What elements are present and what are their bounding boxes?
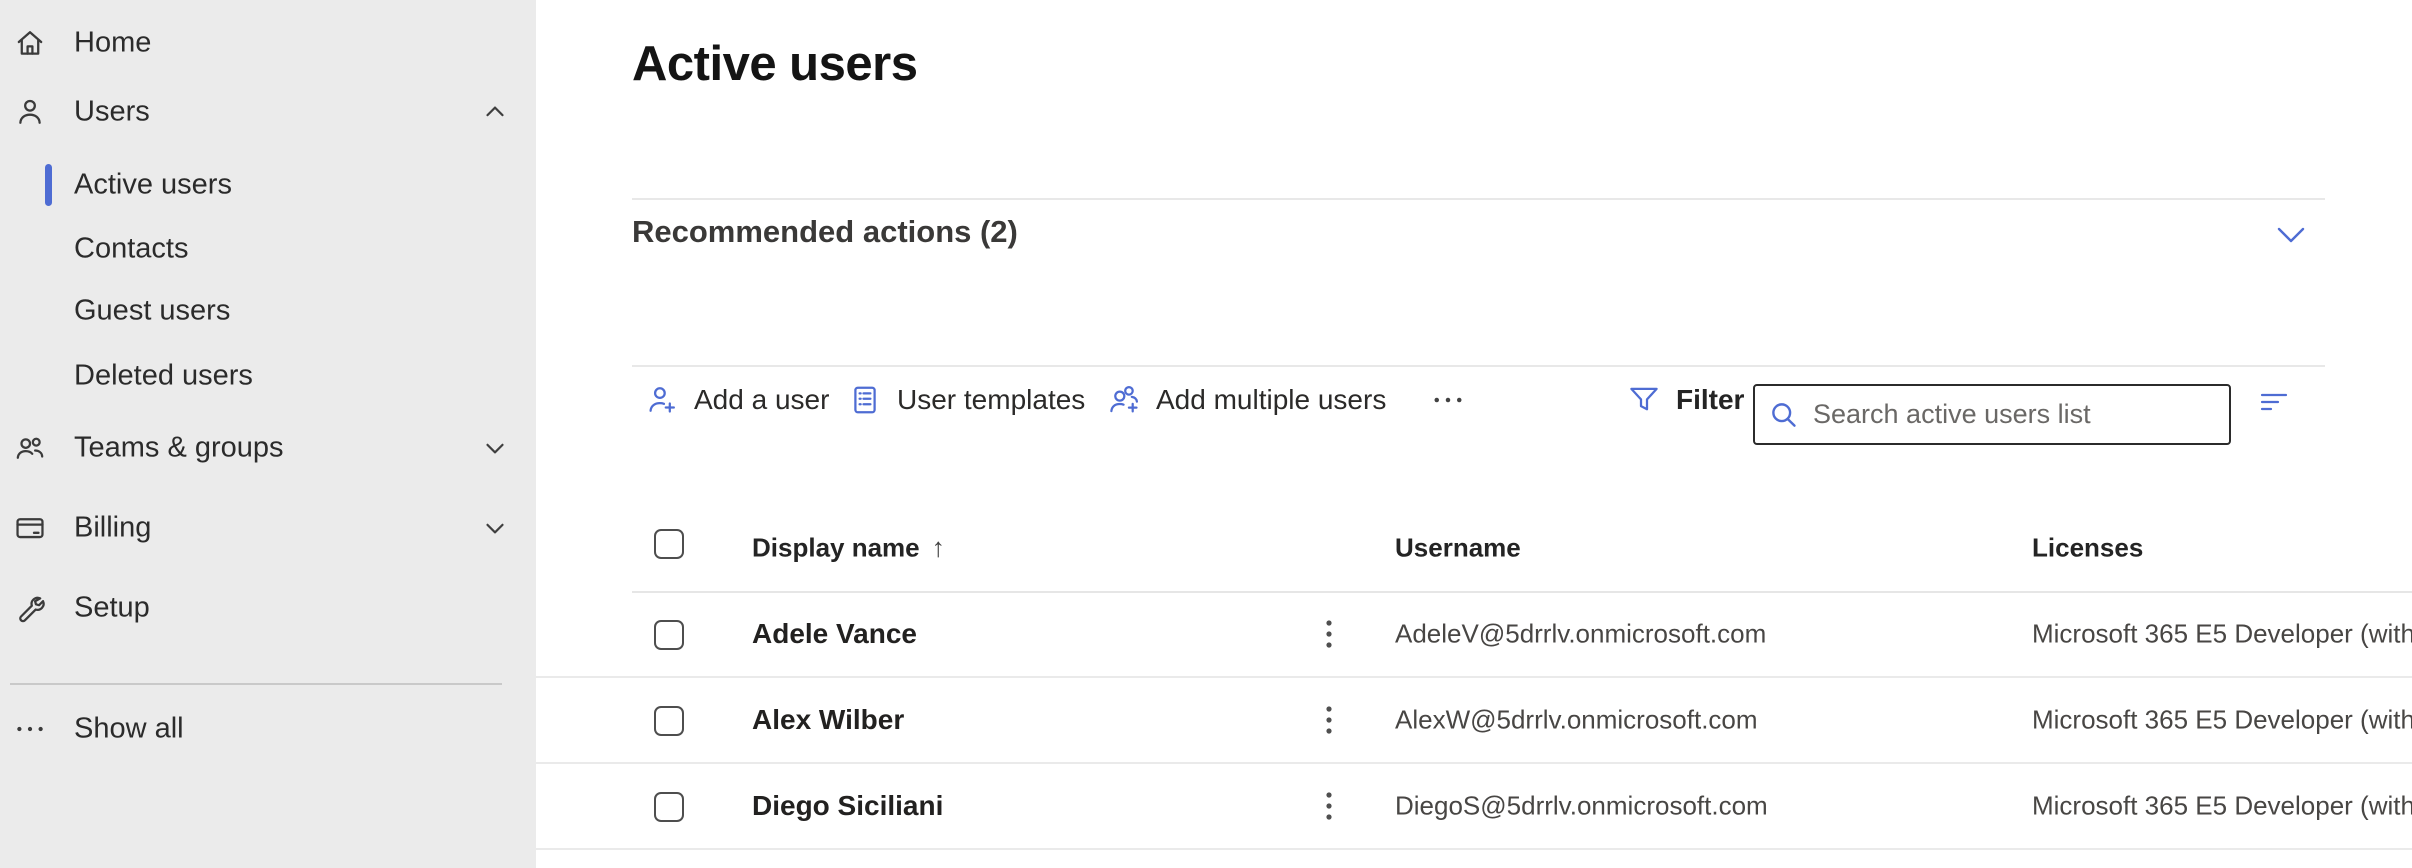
sidebar-item-home[interactable]: Home: [0, 15, 536, 71]
sidebar-item-contacts[interactable]: Contacts: [0, 221, 536, 277]
toolbar-button-label: Add a user: [694, 384, 829, 416]
column-header-display-name[interactable]: Display name↑: [752, 533, 945, 564]
row-checkbox[interactable]: [654, 792, 684, 822]
username-cell: DiegoS@5drrlv.onmicrosoft.com: [1395, 791, 1768, 822]
ellipsis-icon: [13, 712, 47, 746]
sidebar-item-label: Guest users: [74, 295, 230, 328]
sidebar-item-active-users[interactable]: Active users: [0, 157, 536, 213]
more-ellipsis-icon: [1430, 382, 1466, 418]
sidebar-item-users[interactable]: Users: [0, 84, 536, 140]
add-person-icon: [644, 382, 680, 418]
user-template-icon: [847, 382, 883, 418]
licenses-cell: Microsoft 365 E5 Developer (withou: [2032, 619, 2412, 650]
add-multiple-users-button[interactable]: Add multiple users: [1106, 372, 1386, 428]
filter-icon: [1626, 382, 1662, 418]
chevron-down-icon: [480, 433, 510, 463]
recommended-actions-header[interactable]: Recommended actions (2): [632, 214, 1018, 250]
recommended-actions-expand-button[interactable]: [2268, 212, 2314, 258]
people-icon: [13, 431, 47, 465]
sort-ascending-arrow: ↑: [932, 533, 946, 563]
sidebar-item-label: Home: [74, 27, 151, 60]
sidebar-item-show-all[interactable]: Show all: [0, 701, 536, 757]
row-checkbox[interactable]: [654, 706, 684, 736]
table-row[interactable]: Adele Vance AdeleV@5drrlv.onmicrosoft.co…: [536, 592, 2412, 678]
select-all-checkbox[interactable]: [654, 529, 684, 559]
add-a-user-button[interactable]: Add a user: [644, 372, 829, 428]
wrench-icon: [13, 591, 47, 625]
sidebar-item-billing[interactable]: Billing: [0, 500, 536, 556]
sidebar-item-label: Deleted users: [74, 360, 253, 393]
sidebar-item-deleted-users[interactable]: Deleted users: [0, 348, 536, 404]
chevron-down-icon: [480, 513, 510, 543]
sidebar-item-label: Users: [74, 96, 150, 129]
kebab-icon[interactable]: [1312, 614, 1346, 654]
sidebar-item-setup[interactable]: Setup: [0, 580, 536, 636]
toolbar-button-label: Add multiple users: [1156, 384, 1386, 416]
filter-button[interactable]: Filter: [1626, 372, 1744, 428]
m365-admin-active-users-screen: Home Users Active users Contacts Guest u…: [0, 0, 2412, 868]
person-icon: [13, 95, 47, 129]
sidebar-item-teams-groups[interactable]: Teams & groups: [0, 420, 536, 476]
display-name-cell[interactable]: Alex Wilber: [752, 704, 904, 736]
sort-lines-icon[interactable]: [2252, 380, 2296, 424]
sidebar-divider: [10, 683, 502, 685]
display-name-cell[interactable]: Adele Vance: [752, 618, 917, 650]
username-cell: AlexW@5drrlv.onmicrosoft.com: [1395, 705, 1758, 736]
chevron-up-icon: [480, 97, 510, 127]
section-divider: [632, 198, 2325, 200]
search-icon: [1767, 398, 1801, 432]
display-name-cell[interactable]: Diego Siciliani: [752, 790, 943, 822]
home-icon: [13, 26, 47, 60]
column-header-licenses[interactable]: Licenses: [2032, 533, 2143, 564]
sidebar-item-label: Show all: [74, 713, 184, 746]
search-box: [1753, 384, 2231, 445]
table-header-row: Display name↑ Username Licenses: [536, 505, 2412, 591]
sidebar-item-label: Active users: [74, 169, 232, 202]
licenses-cell: Microsoft 365 E5 Developer (withou: [2032, 791, 2412, 822]
section-divider: [632, 365, 2325, 367]
add-people-icon: [1106, 382, 1142, 418]
search-input[interactable]: [1811, 398, 2217, 431]
sidebar-item-guest-users[interactable]: Guest users: [0, 283, 536, 339]
sidebar-item-label: Billing: [74, 512, 151, 545]
toolbar-button-label: User templates: [897, 384, 1085, 416]
table-row[interactable]: Alex Wilber AlexW@5drrlv.onmicrosoft.com…: [536, 678, 2412, 764]
user-templates-button[interactable]: User templates: [847, 372, 1085, 428]
page-title: Active users: [632, 36, 917, 92]
filter-button-label: Filter: [1676, 384, 1744, 416]
column-header-username[interactable]: Username: [1395, 533, 1521, 564]
kebab-icon[interactable]: [1312, 700, 1346, 740]
table-row[interactable]: Diego Siciliani DiegoS@5drrlv.onmicrosof…: [536, 764, 2412, 850]
kebab-icon[interactable]: [1312, 786, 1346, 826]
more-actions-button[interactable]: [1430, 372, 1466, 428]
sidebar-nav: Home Users Active users Contacts Guest u…: [0, 0, 536, 868]
sidebar-item-label: Contacts: [74, 233, 188, 266]
licenses-cell: Microsoft 365 E5 Developer (withou: [2032, 705, 2412, 736]
sidebar-item-label: Setup: [74, 592, 150, 625]
credit-card-icon: [13, 511, 47, 545]
main-content: Active users Recommended actions (2) Add…: [536, 0, 2412, 868]
username-cell: AdeleV@5drrlv.onmicrosoft.com: [1395, 619, 1766, 650]
selected-indicator: [45, 164, 52, 206]
row-checkbox[interactable]: [654, 620, 684, 650]
sidebar-item-label: Teams & groups: [74, 432, 284, 465]
